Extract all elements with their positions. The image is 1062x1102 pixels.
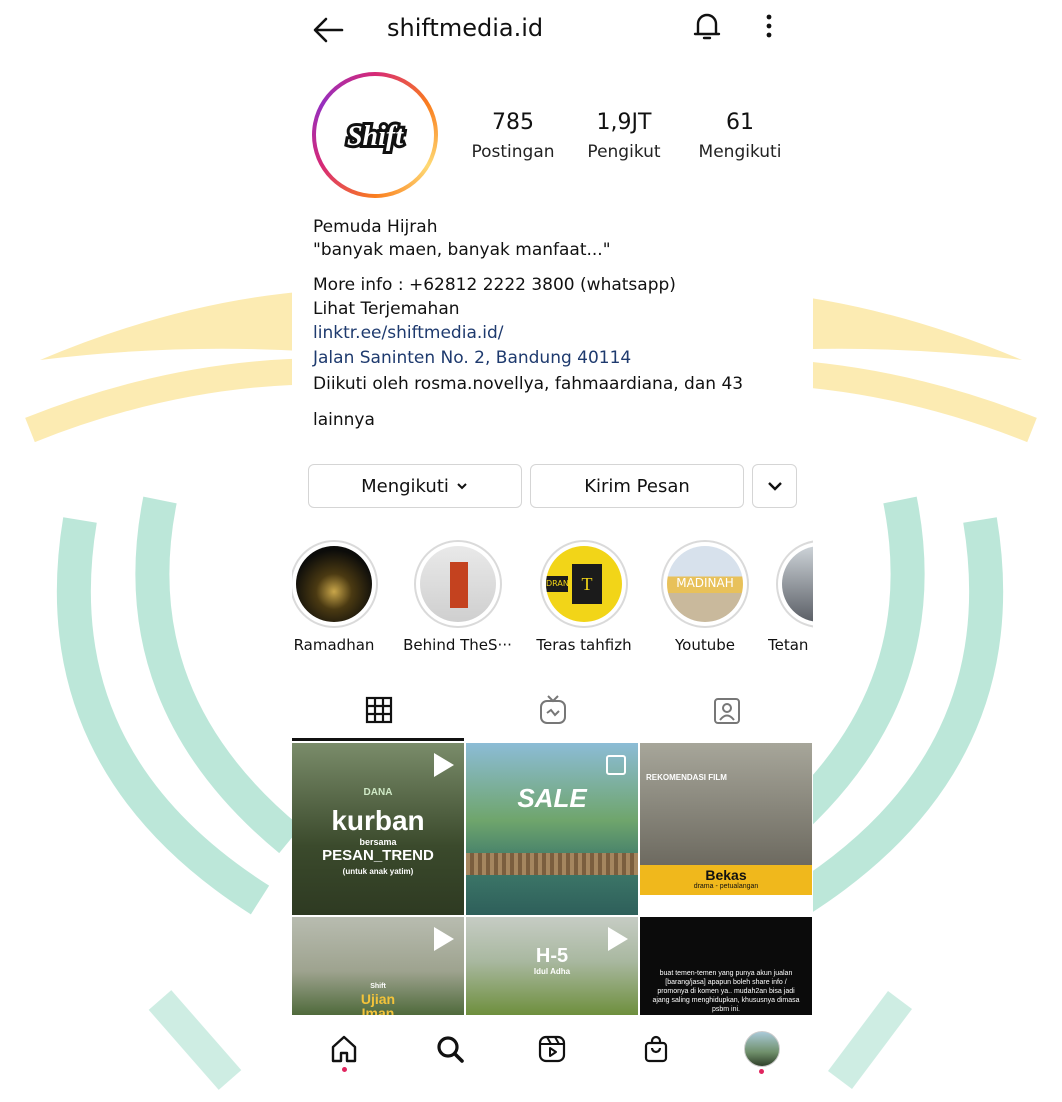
tab-tagged[interactable]: [640, 680, 813, 740]
svg-text:Shift: Shift: [347, 121, 404, 152]
top-bar: shiftmedia.id: [292, 0, 813, 62]
post-header: REKOMENDASI FILM: [646, 773, 727, 782]
stat-following[interactable]: 61 Mengikuti: [690, 108, 790, 166]
post-brand: Shift: [370, 983, 386, 990]
stat-posts[interactable]: 785 Postingan: [468, 108, 558, 166]
post-subtitle: Idul Adha: [533, 967, 571, 976]
highlight-label: Ramadhan: [293, 636, 375, 654]
bio-address-link[interactable]: Jalan Saninten No. 2, Bandung 40114: [313, 347, 631, 369]
profile-tabs: [292, 680, 813, 742]
post-title: Bekas: [705, 867, 747, 883]
stat-value: 1,9JT: [596, 110, 652, 135]
bottom-navigation: [292, 1015, 813, 1080]
igtv-icon: [539, 695, 566, 724]
post-tile[interactable]: REKOMENDASI FILM Bekas drama - petualang…: [640, 743, 812, 915]
highlight-label: Behind TheS···: [403, 636, 512, 654]
teras-left-text: DRAN: [546, 576, 568, 592]
highlight-behind-the-scenes[interactable]: Behind TheS···: [400, 540, 515, 654]
stat-label: Pengikut: [587, 142, 661, 162]
nav-search[interactable]: [428, 1027, 472, 1071]
search-icon: [437, 1036, 464, 1063]
nav-profile[interactable]: [740, 1027, 784, 1071]
chevron-down-icon: [457, 483, 467, 490]
stat-followers[interactable]: 1,9JT Pengikut: [579, 108, 669, 166]
instagram-profile-screen: shiftmedia.id Shift 785 Postingan 1,9JT …: [292, 0, 813, 1080]
post-tile[interactable]: DANA kurban bersama PESAN_TREND (untuk a…: [292, 743, 464, 915]
active-tab-indicator: [292, 738, 464, 741]
post-brand: DANA: [363, 787, 393, 798]
back-arrow-icon[interactable]: [312, 16, 344, 44]
grid-icon: [365, 696, 392, 724]
nav-shop[interactable]: [634, 1027, 678, 1071]
highlight-label: Youtube: [675, 636, 735, 654]
profile-avatar[interactable]: Shift: [312, 72, 438, 198]
stat-value: 61: [726, 110, 754, 135]
post-note: (untuk anak yatim): [342, 867, 414, 876]
tab-posts-grid[interactable]: [292, 680, 465, 740]
highlight-teras-tahfizh[interactable]: T DRAN Teras tahfizh: [524, 540, 644, 654]
send-message-button[interactable]: Kirim Pesan: [530, 464, 744, 508]
profile-notification-dot: [759, 1069, 764, 1074]
post-title-2: Iman: [361, 1005, 395, 1015]
post-title: SALE: [517, 783, 587, 813]
following-button[interactable]: Mengikuti: [308, 464, 522, 508]
highlight-label: Teras tahfizh: [536, 636, 632, 654]
reel-play-icon: [434, 753, 454, 777]
shift-logo: Shift: [322, 82, 428, 188]
post-subtitle: bersama: [359, 837, 397, 847]
tagged-icon: [713, 698, 740, 724]
profile-username: shiftmedia.id: [387, 14, 544, 42]
post-tile[interactable]: buat temen-temen yang punya akun jualan …: [640, 917, 812, 1015]
post-tile[interactable]: SALE: [466, 743, 638, 915]
home-icon: [331, 1035, 357, 1063]
nav-home[interactable]: [322, 1027, 366, 1071]
profile-avatar-small: [744, 1031, 780, 1067]
reel-play-icon: [434, 927, 454, 951]
nav-reels[interactable]: [530, 1027, 574, 1071]
bio-website-link[interactable]: linktr.ee/shiftmedia.id/: [313, 322, 504, 344]
see-translation-link[interactable]: Lihat Terjemahan: [313, 298, 460, 320]
home-notification-dot: [342, 1067, 347, 1072]
post-tile[interactable]: Shift Ujian Iman: [292, 917, 464, 1015]
post-main: PESAN_TREND: [322, 847, 434, 864]
highlight-label: Tetan: [768, 636, 809, 654]
bio-info: More info : +62812 2222 3800 (whatsapp): [313, 275, 676, 295]
logo-mark: Shift: [344, 118, 407, 155]
stat-value: 785: [492, 110, 534, 135]
post-tile[interactable]: H-5 Idul Adha: [466, 917, 638, 1015]
post-title: H-5: [535, 945, 569, 967]
bell-icon[interactable]: [692, 10, 722, 42]
highlight-youtube[interactable]: MADINAH Youtube: [655, 540, 755, 654]
bio-quote: "banyak maen, banyak manfaat...": [313, 240, 611, 260]
youtube-highlight-text: MADINAH: [676, 576, 734, 590]
highlight-tetangga[interactable]: Tetan: [768, 540, 813, 654]
tab-igtv[interactable]: [466, 680, 639, 740]
followed-by-text[interactable]: Diikuti oleh rosma.novellya, fahmaardian…: [313, 373, 743, 395]
reels-icon: [538, 1035, 566, 1063]
followed-by-more[interactable]: lainnya: [313, 409, 375, 431]
chevron-down-icon: [767, 482, 782, 491]
more-vertical-icon[interactable]: [762, 12, 776, 40]
following-button-label: Mengikuti: [361, 475, 449, 497]
stat-label: Postingan: [471, 142, 555, 162]
carousel-icon: [606, 755, 626, 775]
suggestions-dropdown-button[interactable]: [752, 464, 797, 508]
bio-name: Pemuda Hijrah: [313, 217, 438, 237]
teras-badge: T: [572, 564, 602, 604]
highlight-ramadhan[interactable]: Ramadhan: [292, 540, 384, 654]
post-title: kurban: [331, 805, 425, 836]
send-message-label: Kirim Pesan: [584, 475, 690, 497]
post-subtitle: drama - petualangan: [693, 883, 759, 890]
post-text: buat temen-temen yang punya akun jualan …: [652, 970, 800, 1013]
stat-label: Mengikuti: [698, 142, 782, 162]
shop-icon: [644, 1035, 668, 1063]
